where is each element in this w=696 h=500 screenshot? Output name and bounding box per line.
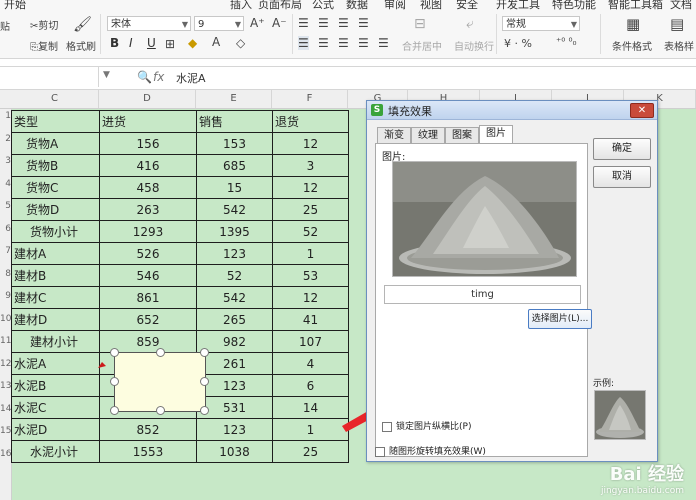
cancel-button[interactable]: 取消 [593,166,651,188]
tab-picture[interactable]: 图片 [479,125,513,144]
picture-tab-panel: 图片: timg 选择图片(L)... 锁定图片纵横比(P) [375,143,592,457]
tab-texture[interactable]: 纹理 [411,127,445,143]
checkbox-icon [382,421,392,432]
cell-comment-marker [98,362,106,368]
dialog-titlebar[interactable]: S 填充效果 ✕ [367,101,657,120]
picture-preview [392,161,577,277]
tab-gradient[interactable]: 渐变 [377,127,411,143]
tab-pattern[interactable]: 图案 [445,127,479,143]
checkbox-icon [375,446,385,457]
dialog-title: 填充效果 [388,105,432,118]
lock-aspect-checkbox[interactable]: 锁定图片纵横比(P) [382,419,471,432]
wps-logo-icon: S [371,104,383,116]
select-picture-button[interactable]: 选择图片(L)... [528,309,592,329]
picture-name-field: timg [384,285,581,304]
close-button[interactable]: ✕ [630,103,654,118]
close-icon: ✕ [637,105,647,116]
cement-pile-image [393,162,576,276]
sample-preview [594,390,646,440]
fill-effects-dialog: S 填充效果 ✕ 渐变 纹理 图案 图片 图片: timg 选择图片(L)...… [366,100,658,462]
sample-cement-image [595,391,645,439]
ok-button[interactable]: 确定 [593,138,651,160]
sample-label: 示例: [593,379,615,389]
rotate-with-shape-checkbox[interactable]: 随图形旋转填充效果(W) [375,444,486,457]
